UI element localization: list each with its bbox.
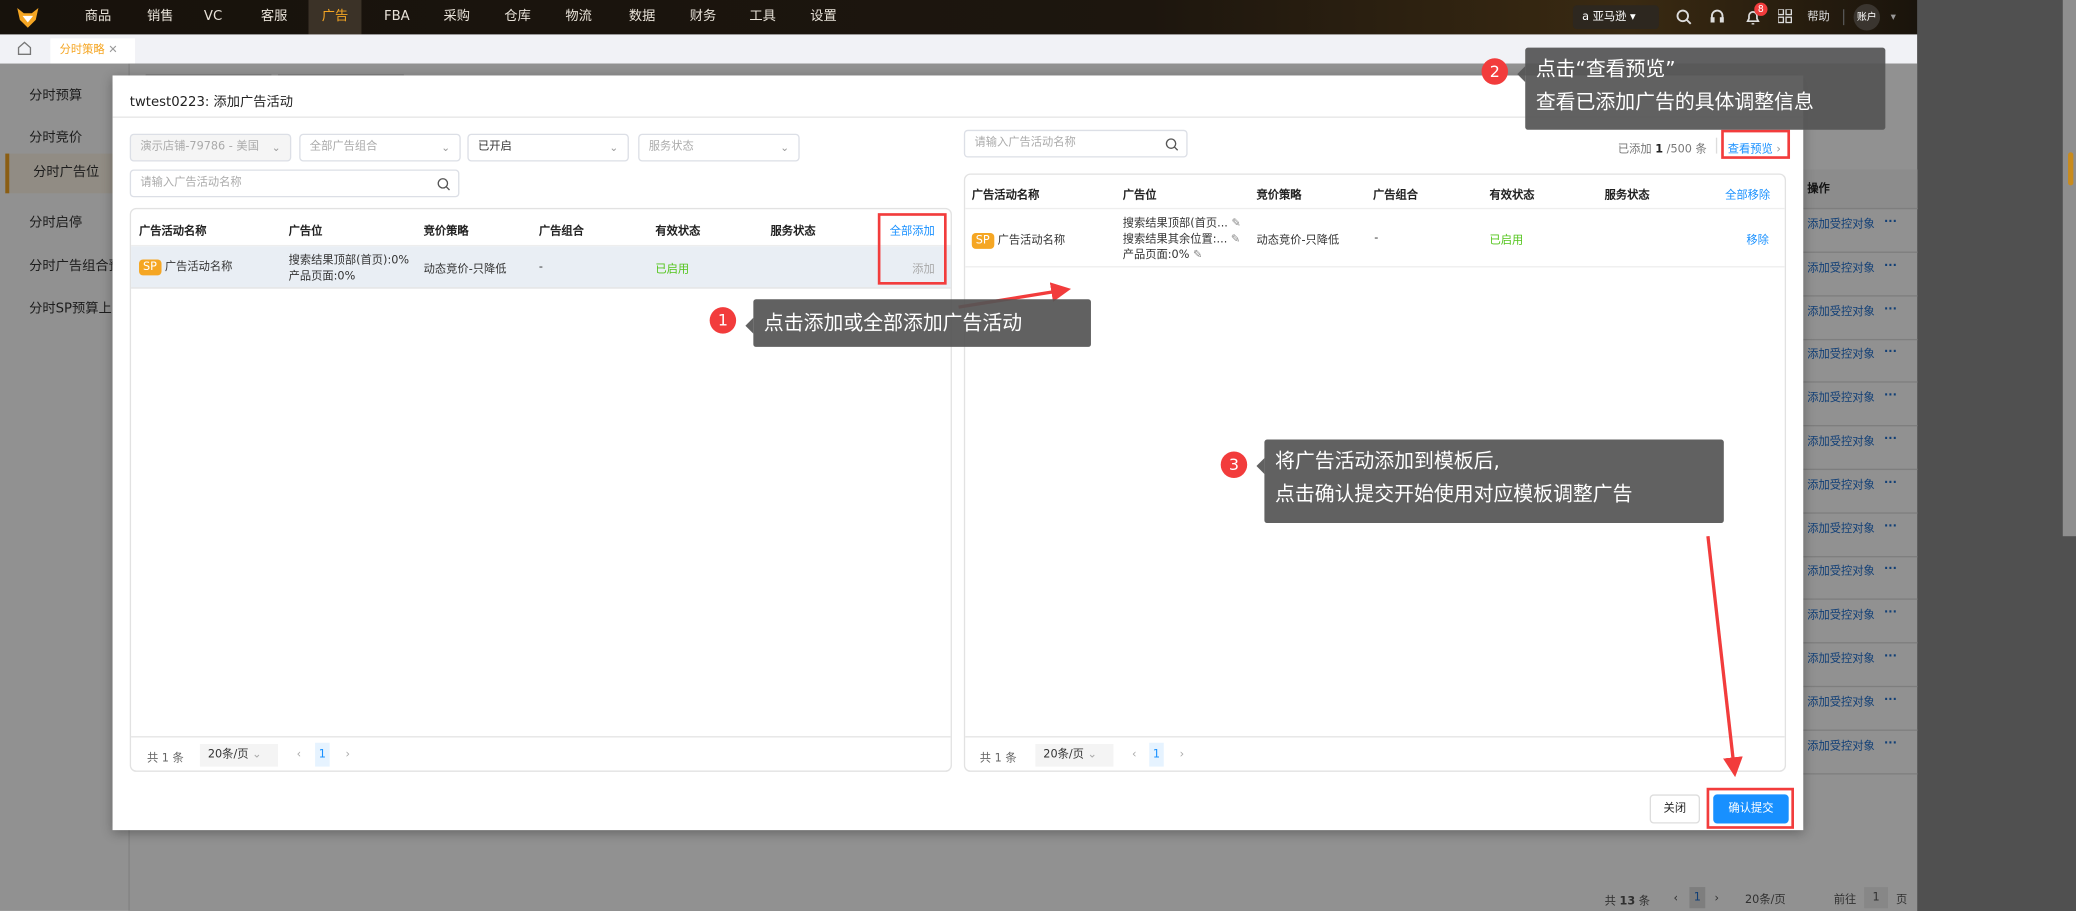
callout-text: 点击确认提交开始使用对应模板调整广告 [1274, 481, 1633, 506]
step-3-badge: 3 [1220, 451, 1248, 478]
callout-text: 点击“查看预览” [1535, 56, 1676, 81]
callout-step-3: 将广告活动添加到模板后, 点击确认提交开始使用对应模板调整广告 [1256, 439, 1724, 523]
callout-step-2: 点击“查看预览” 查看已添加广告的具体调整信息 [1517, 47, 1886, 130]
callout-text: 将广告活动添加到模板后, [1274, 448, 1500, 473]
step-1-badge: 1 [709, 307, 737, 334]
callout-text: 点击添加或全部添加广告活动 [763, 311, 1023, 335]
annotation-arrows [958, 282, 1743, 778]
callout-text: 查看已添加广告的具体调整信息 [1535, 90, 1814, 114]
arrow-3 [1706, 536, 1743, 778]
step-2-badge: 2 [1481, 58, 1509, 85]
callout-step-1: 点击添加或全部添加广告活动 [745, 299, 1091, 347]
